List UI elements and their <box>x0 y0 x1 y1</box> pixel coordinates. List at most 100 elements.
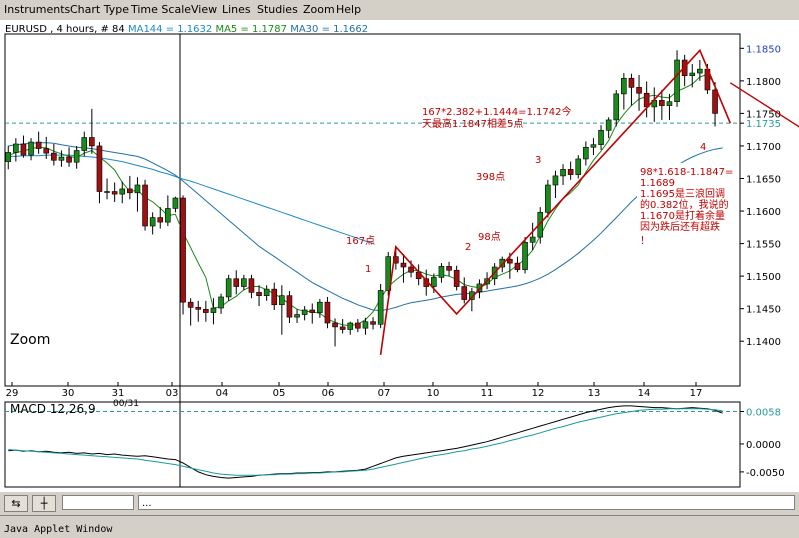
toolbar-field-2[interactable]: ... <box>138 495 795 510</box>
candle-body <box>636 87 642 94</box>
candle-body <box>28 141 34 156</box>
menu-time-scale[interactable]: Time Scale <box>131 3 191 16</box>
wave-label-1: 1 <box>365 264 371 275</box>
candle-body <box>96 145 103 192</box>
menu-help[interactable]: Help <box>336 3 361 16</box>
x-tick-label: 10 <box>427 388 440 399</box>
wave-label-4: 4 <box>700 142 706 153</box>
candle-body <box>674 59 680 102</box>
status-bar: Java Applet Window <box>0 515 799 538</box>
annotation-text: 因为跌后还有超跌 <box>640 220 720 233</box>
annotation-text: 1.1695是三浪回调 <box>640 187 725 200</box>
candle-body <box>119 188 126 195</box>
candle-body <box>332 322 338 328</box>
candle-body <box>514 262 521 270</box>
annotation-text: 398点 <box>476 171 505 183</box>
crosshair-icon[interactable]: ┼ <box>32 495 56 512</box>
candle-body <box>157 217 164 223</box>
candle-body <box>203 309 209 313</box>
candle-body <box>149 217 156 227</box>
macd-plot-frame <box>4 401 741 488</box>
y-tick-label: 1.1735 <box>746 119 781 130</box>
candle-body <box>598 130 604 145</box>
y-tick-label: 1.1400 <box>746 337 781 348</box>
menu-zoom[interactable]: Zoom <box>303 3 335 16</box>
candle-body <box>309 309 316 313</box>
annotation-text: 167*2.382+1.1444=1.1742今 <box>422 105 571 118</box>
candle-body <box>552 175 559 186</box>
menu-view[interactable]: View <box>191 3 217 16</box>
candle-body <box>583 146 589 160</box>
candle-body <box>347 322 354 330</box>
macd-y-tick-label: -0.0050 <box>746 468 785 479</box>
candle-body <box>431 277 437 287</box>
candle-body <box>20 143 27 156</box>
chart-toolbar: ⇆ ┼ ... <box>0 491 799 514</box>
toolbar-field-1[interactable] <box>62 495 134 510</box>
candle-body <box>453 269 460 287</box>
macd-line <box>8 405 723 479</box>
y-tick-label: 1.1450 <box>746 305 781 316</box>
x-tick-label: 17 <box>690 388 703 399</box>
candle-body <box>286 295 293 318</box>
annotation-text: 1.1689 <box>640 178 675 189</box>
y-tick-label: 1.1700 <box>746 142 781 153</box>
zoom-label: Zoom <box>10 332 50 348</box>
ma30-line <box>8 142 723 312</box>
menu-instruments[interactable]: Instruments <box>4 3 70 16</box>
menu-studies[interactable]: Studies <box>257 3 298 16</box>
candle-body <box>43 148 50 154</box>
chart-area: EURUSD , 4 hours, # 84 MA144 = 1.1632 MA… <box>0 20 799 491</box>
candle-body <box>628 77 635 88</box>
macd-y-tick-label: 0.0058 <box>746 408 781 419</box>
annotation-text: 167点 <box>346 235 375 247</box>
y-tick-label: 1.1800 <box>746 77 781 88</box>
candle-body <box>225 278 232 298</box>
candle-body <box>58 156 65 161</box>
x-tick-label: 14 <box>638 388 651 399</box>
candle-body <box>180 197 186 303</box>
candle-body <box>233 278 240 287</box>
candle-body <box>111 191 118 195</box>
candle-body <box>697 68 703 74</box>
candle-body <box>370 321 376 325</box>
candle-body <box>362 321 369 329</box>
candle-body <box>51 152 57 161</box>
chart-header: EURUSD , 4 hours, # 84 MA144 = 1.1632 MA… <box>5 24 368 35</box>
x-tick-label: 13 <box>588 388 601 399</box>
candle-body <box>446 266 452 271</box>
wave-label-3: 3 <box>535 155 541 166</box>
candle-body <box>81 137 88 151</box>
candle-body <box>35 141 42 149</box>
menu-chart-type[interactable]: Chart Type <box>70 3 129 16</box>
x-tick-label: 05 <box>273 388 286 399</box>
x-tick-label: 07 <box>378 388 391 399</box>
candle-body <box>575 158 582 175</box>
candle-body <box>659 100 665 106</box>
candle-body <box>142 184 148 227</box>
annotation-text: 的0.382位，我说的 <box>640 198 729 211</box>
candle-body <box>172 197 179 209</box>
x-tick-label: 29 <box>6 388 19 399</box>
candle-body <box>590 144 597 148</box>
candle-body <box>461 286 468 300</box>
x-tick-label: 30 <box>62 388 75 399</box>
candle-body <box>301 309 308 315</box>
candle-body <box>339 326 346 330</box>
candle-body <box>643 92 650 108</box>
candle-body <box>408 266 414 273</box>
candle-body <box>400 262 407 268</box>
pan-icon[interactable]: ⇆ <box>4 495 28 512</box>
candle-body <box>73 150 80 163</box>
menu-lines[interactable]: Lines <box>222 3 251 16</box>
candle-body <box>605 119 612 131</box>
candle-body <box>545 184 551 213</box>
y-tick-label: 1.1600 <box>746 207 781 218</box>
signal-line <box>8 408 723 476</box>
candle-body <box>613 93 620 121</box>
candle-body <box>89 137 95 147</box>
candle-body <box>248 278 255 293</box>
annotation-text: ！ <box>640 236 650 247</box>
candle-body <box>522 241 528 270</box>
annotation-text: 98*1.618-1.1847= <box>640 167 733 178</box>
